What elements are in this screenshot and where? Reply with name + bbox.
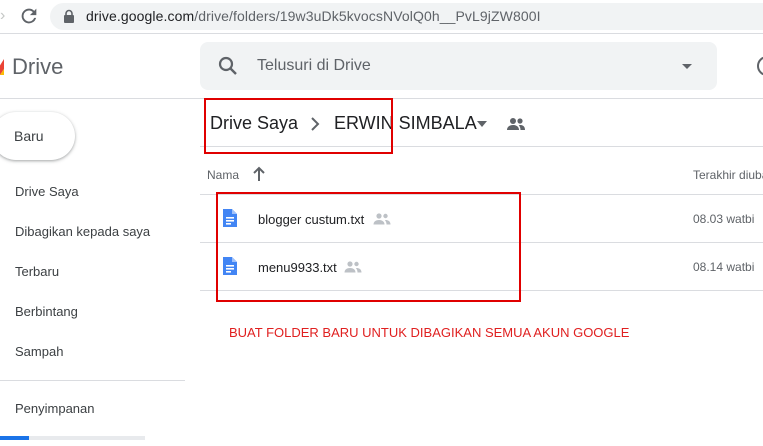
forward-icon[interactable]: › (0, 6, 10, 26)
search-input[interactable]: Telusuri di Drive (257, 57, 371, 75)
storage-bar-fill (0, 436, 29, 440)
annotation-box-files (216, 192, 521, 302)
sidebar-divider (0, 380, 185, 381)
sidebar-item-shared-with-me[interactable]: Dibagikan kepada saya (15, 224, 150, 239)
help-icon[interactable] (755, 54, 763, 78)
sidebar-item-recent[interactable]: Terbaru (15, 264, 59, 279)
url-path: /drive/folders/19w3uDk5kvocsNVolQ0h__PvL… (194, 8, 541, 24)
column-header-modified[interactable]: Terakhir diubah (693, 168, 763, 182)
search-icon[interactable] (216, 54, 240, 78)
annotation-note: BUAT FOLDER BARU UNTUK DIBAGIKAN SEMUA A… (229, 325, 630, 340)
sidebar-item-starred[interactable]: Berbintang (15, 304, 78, 319)
app-title[interactable]: Drive (12, 54, 63, 80)
sort-arrow-up-icon[interactable] (252, 166, 266, 182)
chevron-down-icon[interactable] (476, 120, 488, 128)
browser-toolbar: › drive.google.com/drive/folders/19w3uDk… (0, 0, 763, 34)
file-modified: 08.14 watbi (693, 260, 754, 274)
lock-icon (64, 9, 74, 23)
storage-bar (0, 436, 145, 440)
search-options-icon[interactable] (680, 59, 694, 73)
sidebar: Baru Drive Saya Dibagikan kepada saya Te… (0, 100, 185, 446)
file-modified-time: 08.14 (693, 260, 724, 274)
sidebar-item-my-drive[interactable]: Drive Saya (15, 184, 79, 199)
column-header-name[interactable]: Nama (207, 168, 239, 182)
sidebar-item-trash[interactable]: Sampah (15, 344, 63, 359)
sidebar-item-storage[interactable]: Penyimpanan (15, 401, 95, 416)
url-text: drive.google.com/drive/folders/19w3uDk5k… (86, 8, 541, 24)
address-bar[interactable]: drive.google.com/drive/folders/19w3uDk5k… (50, 3, 763, 30)
reload-icon[interactable] (18, 5, 40, 27)
shared-folder-icon (507, 118, 525, 130)
drive-header: Drive Telusuri di Drive (0, 35, 763, 99)
file-modified-by: watbi (726, 212, 755, 226)
drive-logo-icon (0, 59, 4, 75)
search-box[interactable]: Telusuri di Drive (200, 42, 717, 90)
url-host: drive.google.com (86, 8, 195, 24)
file-modified-time: 08.03 (693, 212, 724, 226)
annotation-box-breadcrumb (204, 98, 393, 154)
new-button[interactable]: Baru (0, 112, 75, 160)
file-modified: 08.03 watbi (693, 212, 754, 226)
file-modified-by: watbi (726, 260, 755, 274)
